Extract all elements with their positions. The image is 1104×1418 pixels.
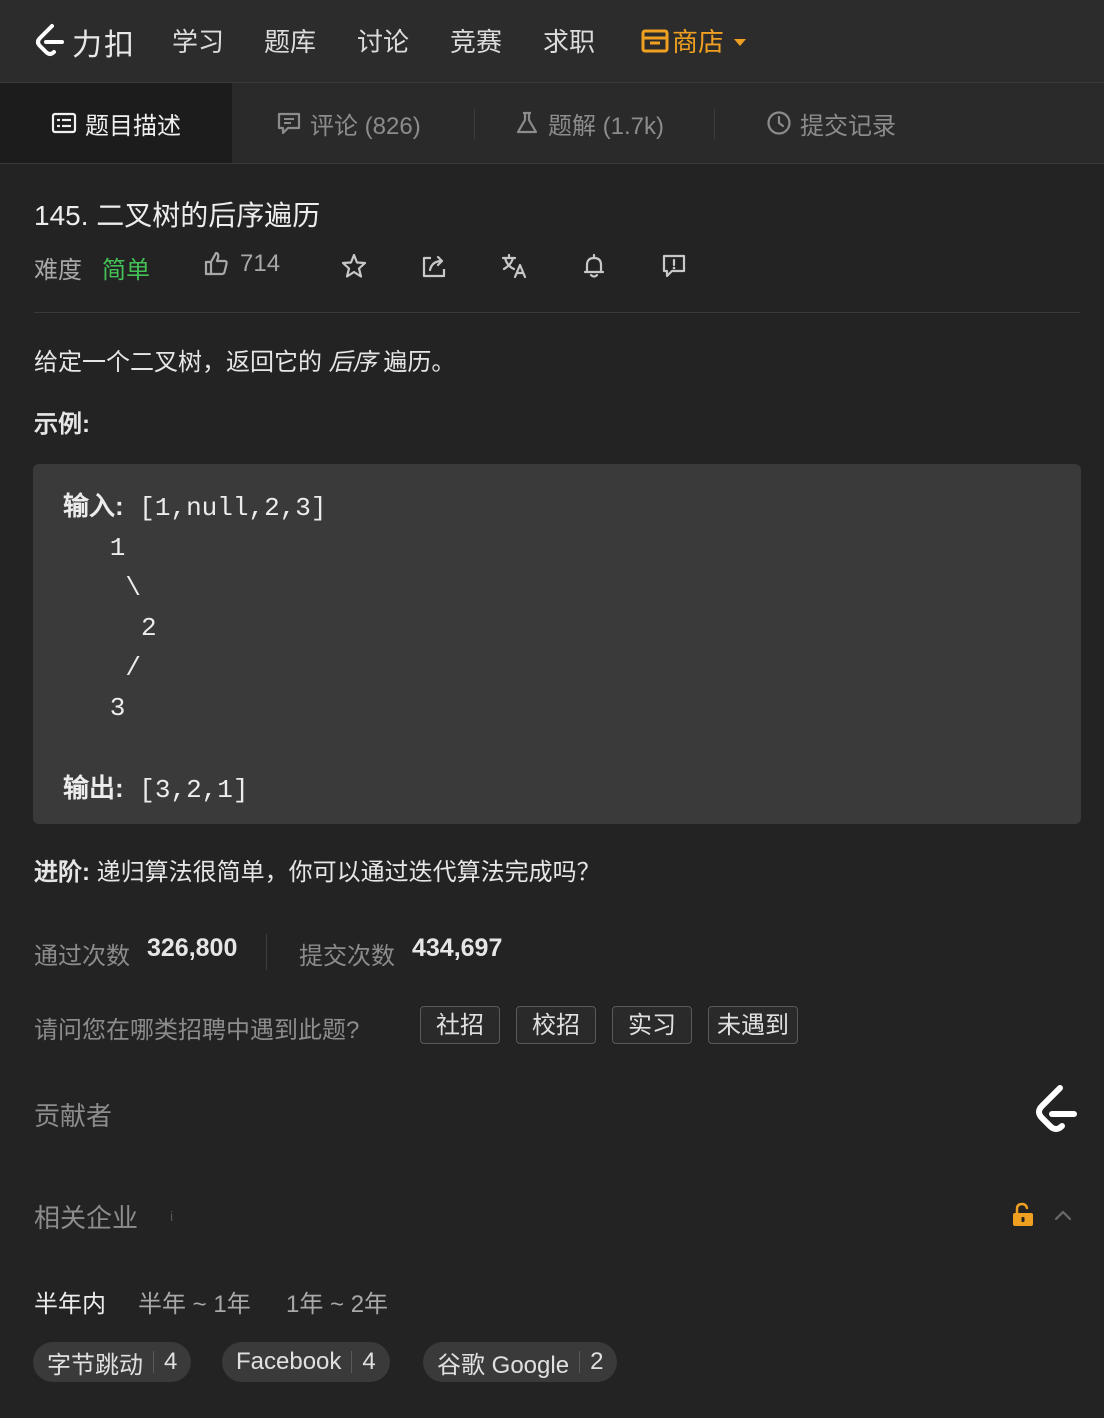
- submission-stats: 通过次数 326,800 提交次数 434,697: [34, 934, 734, 970]
- accepted-value: 326,800: [147, 934, 238, 962]
- tab-divider: [474, 109, 475, 139]
- stats-divider: [266, 934, 267, 970]
- info-icon: i: [170, 1208, 174, 1224]
- comment-icon: [277, 112, 301, 135]
- unlock-icon[interactable]: [1010, 1202, 1036, 1228]
- company-count: 4: [164, 1348, 178, 1375]
- company-name: 谷歌 Google: [437, 1351, 570, 1379]
- brand-name: 力扣: [72, 29, 136, 62]
- input-label: 输入:: [63, 491, 124, 521]
- shop-label: 商店: [672, 27, 725, 57]
- hiring-option-campus[interactable]: 校招: [516, 1006, 596, 1044]
- tree-line: 2: [63, 613, 157, 643]
- nav-item-problemset[interactable]: 题库: [264, 22, 316, 59]
- brand-link[interactable]: 力扣: [32, 20, 136, 64]
- company-tag[interactable]: 字节跳动 4: [33, 1342, 192, 1382]
- chevron-up-icon[interactable]: [1052, 1204, 1074, 1226]
- company-tag-divider: [579, 1351, 581, 1373]
- feedback-icon[interactable]: [660, 252, 688, 280]
- company-tag-divider: [153, 1351, 154, 1373]
- company-count: 2: [590, 1348, 604, 1375]
- input-value: [1,null,2,3]: [123, 493, 327, 523]
- tab-solutions-label: 题解 (1.7k): [548, 112, 665, 140]
- tab-divider: [714, 109, 715, 139]
- tab-solutions[interactable]: 题解 (1.7k): [514, 83, 664, 163]
- period-tab-half-to-one-year[interactable]: 半年 ~ 1年: [138, 1284, 251, 1319]
- submitted-label: 提交次数: [299, 943, 395, 970]
- thumbs-up-icon: [204, 251, 228, 276]
- tab-description-label: 题目描述: [85, 112, 181, 140]
- shop-icon: [641, 29, 669, 52]
- nav-item-contest[interactable]: 竞赛: [450, 22, 502, 59]
- problem-title: 145. 二叉树的后序遍历: [34, 200, 321, 231]
- output-label: 输出:: [63, 773, 124, 803]
- description-icon: [51, 112, 77, 134]
- period-tab-half-year[interactable]: 半年内: [34, 1284, 106, 1319]
- hiring-option-none[interactable]: 未遇到: [708, 1006, 798, 1044]
- caret-down-icon: [734, 39, 747, 46]
- share-icon[interactable]: [420, 252, 448, 280]
- contributor-avatar[interactable]: [1030, 1084, 1080, 1140]
- tab-submissions[interactable]: 提交记录: [766, 83, 896, 163]
- difficulty-label: 难度: [34, 257, 82, 284]
- problem-description: 给定一个二叉树，返回它的 后序 遍历。: [34, 342, 455, 377]
- nav-item-jobs[interactable]: 求职: [543, 22, 595, 59]
- tab-submissions-label: 提交记录: [800, 112, 896, 140]
- tree-line: 3: [63, 693, 126, 723]
- company-tag-divider: [351, 1351, 353, 1373]
- problem-meta-bar: 难度 简单 714: [34, 248, 734, 284]
- output-value: [3,2,1]: [123, 775, 249, 805]
- company-tag[interactable]: 谷歌 Google 2: [423, 1342, 618, 1382]
- example-heading: 示例:: [34, 411, 90, 438]
- star-icon[interactable]: [340, 252, 368, 280]
- tree-line: /: [63, 653, 142, 683]
- hiring-option-intern[interactable]: 实习: [612, 1006, 692, 1044]
- related-companies-heading: 相关企业: [34, 1203, 139, 1233]
- tab-comments-label: 评论 (826): [310, 112, 421, 140]
- flask-icon: [516, 111, 538, 134]
- advanced-note: 进阶: 递归算法很简单，你可以通过迭代算法完成吗？: [34, 852, 601, 887]
- tree-line: 1: [63, 533, 126, 563]
- clock-icon: [767, 111, 791, 135]
- desc-emphasis: 后序: [328, 349, 377, 376]
- example-code: 输入: [1,null,2,3] 1 \ 2 / 3 输出: [3,2,1]: [63, 486, 327, 810]
- accepted-label: 通过次数: [34, 943, 130, 970]
- nav-item-discuss[interactable]: 讨论: [357, 22, 409, 59]
- contributors-heading: 贡献者: [34, 1101, 113, 1131]
- desc-prefix: 给定一个二叉树，返回它的: [34, 349, 329, 376]
- tab-description[interactable]: 题目描述: [0, 83, 232, 163]
- difficulty-value: 简单: [102, 257, 150, 284]
- company-name: Facebook: [236, 1348, 342, 1375]
- company-tag[interactable]: Facebook 4: [222, 1342, 390, 1382]
- advanced-text: 递归算法很简单，你可以通过迭代算法完成吗？: [90, 859, 601, 886]
- nav-item-learn[interactable]: 学习: [172, 22, 224, 59]
- tab-comments[interactable]: 评论 (826): [276, 83, 421, 163]
- company-name: 字节跳动: [47, 1351, 143, 1379]
- tree-line: \: [63, 573, 142, 603]
- nav-item-shop[interactable]: 商店: [640, 22, 747, 59]
- bell-icon[interactable]: [580, 252, 608, 280]
- period-tab-one-to-two-years[interactable]: 1年 ~ 2年: [286, 1284, 388, 1319]
- submitted-value: 434,697: [412, 934, 503, 962]
- problem-tabs: 题目描述 评论 (826) 题解 (1.7k) 提交记录: [0, 83, 1104, 164]
- like-button[interactable]: 714: [202, 250, 280, 278]
- header-divider: [34, 312, 1080, 313]
- leetcode-logo-icon: [36, 24, 64, 56]
- hiring-question: 请问您在哪类招聘中遇到此题?: [34, 1017, 360, 1044]
- like-count: 714: [240, 250, 281, 277]
- desc-suffix: 遍历。: [376, 349, 456, 376]
- top-navigation: 力扣 学习 题库 讨论 竞赛 求职 商店: [0, 0, 1104, 83]
- translate-icon[interactable]: [500, 252, 528, 280]
- advanced-label: 进阶:: [34, 859, 90, 886]
- hiring-option-social[interactable]: 社招: [420, 1006, 500, 1044]
- example-code-block: 输入: [1,null,2,3] 1 \ 2 / 3 输出: [3,2,1]: [33, 464, 1081, 824]
- company-count: 4: [362, 1348, 376, 1375]
